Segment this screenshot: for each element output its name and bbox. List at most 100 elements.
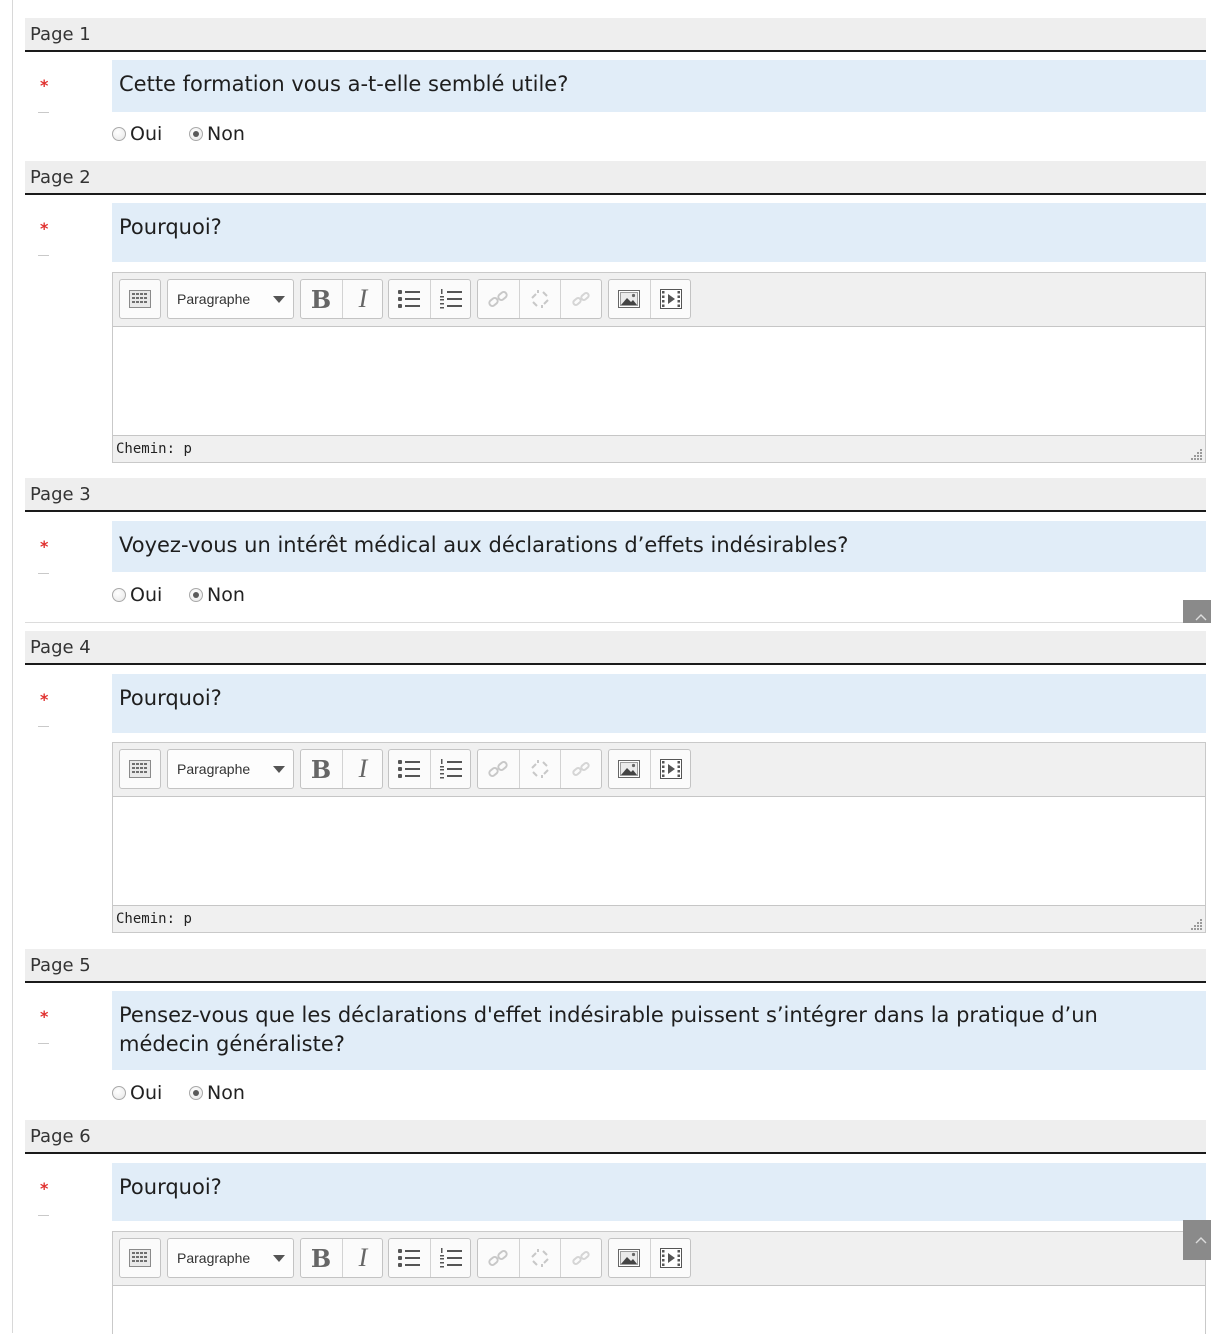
flag-question-icon[interactable] (38, 573, 49, 574)
question-text: Voyez-vous un intérêt médical aux déclar… (112, 521, 1206, 572)
image-icon (618, 290, 640, 308)
radio-button-checked[interactable] (189, 127, 203, 141)
insert-media-button[interactable] (650, 1239, 691, 1277)
scroll-to-top-button[interactable] (1183, 1220, 1211, 1260)
required-icon: * (40, 219, 49, 238)
bold-button[interactable]: B (301, 280, 341, 318)
page-header: Page 4 (25, 631, 1206, 665)
bullet-list-button[interactable] (389, 1239, 429, 1277)
radio-button-checked[interactable] (189, 1086, 203, 1100)
toolbar-group (477, 1238, 602, 1278)
show-more-buttons-button[interactable] (120, 280, 160, 318)
anchor-button[interactable] (560, 1239, 601, 1277)
media-film-icon (660, 289, 682, 309)
italic-button[interactable]: I (342, 280, 383, 318)
flag-question-icon[interactable] (38, 1215, 49, 1216)
toolbar-group (119, 749, 161, 789)
radio-label: Non (207, 123, 245, 145)
toolbar-group (119, 279, 161, 319)
anchor-link-icon (570, 288, 592, 310)
insert-media-button[interactable] (650, 280, 691, 318)
flag-question-icon[interactable] (38, 1043, 49, 1044)
toolbar-group (608, 1238, 691, 1278)
radio-button[interactable] (112, 588, 126, 602)
numbered-list-button[interactable] (430, 1239, 471, 1277)
italic-icon: I (358, 284, 368, 313)
format-label: Paragraphe (177, 291, 251, 307)
resize-grip-icon[interactable] (1189, 916, 1203, 930)
link-icon (487, 288, 509, 310)
flag-question-icon[interactable] (38, 255, 49, 256)
anchor-button[interactable] (560, 280, 601, 318)
page-header: Page 6 (25, 1120, 1206, 1154)
bullet-list-button[interactable] (389, 280, 429, 318)
path-value[interactable]: p (183, 441, 191, 457)
question-text: Pourquoi? (112, 203, 1206, 262)
italic-button[interactable]: I (342, 1239, 383, 1277)
element-path: Chemin: p (116, 906, 192, 932)
numbered-list-button[interactable] (430, 750, 471, 788)
flag-question-icon[interactable] (38, 726, 49, 727)
link-button[interactable] (478, 750, 518, 788)
paragraph-format-select[interactable]: Paragraphe (167, 749, 294, 789)
radio-label: Oui (130, 1082, 163, 1104)
format-label: Paragraphe (177, 1250, 251, 1266)
path-value[interactable]: p (183, 911, 191, 927)
radio-button[interactable] (112, 1086, 126, 1100)
insert-image-button[interactable] (609, 280, 649, 318)
bullet-list-icon (397, 288, 421, 310)
insert-image-button[interactable] (609, 750, 649, 788)
toolbar-group: B I (300, 749, 383, 789)
left-border (12, 0, 13, 1333)
numbered-list-icon (439, 758, 463, 780)
bold-button[interactable]: B (301, 1239, 341, 1277)
toolbar-group (477, 279, 602, 319)
insert-media-button[interactable] (650, 750, 691, 788)
radio-label: Oui (130, 123, 163, 145)
bullet-list-button[interactable] (389, 750, 429, 788)
editor-toolbar: Paragraphe B I (113, 273, 1205, 327)
editor-text-area[interactable] (113, 327, 1205, 435)
unlink-button[interactable] (519, 1239, 560, 1277)
editor-toolbar: Paragraphe B I (113, 743, 1205, 797)
paragraph-format-select[interactable]: Paragraphe (167, 1238, 294, 1278)
show-more-buttons-button[interactable] (120, 1239, 160, 1277)
link-icon (487, 758, 509, 780)
media-film-icon (660, 759, 682, 779)
image-icon (618, 1249, 640, 1267)
editor-text-area[interactable] (113, 1286, 1205, 1334)
bold-button[interactable]: B (301, 750, 341, 788)
numbered-list-icon (439, 288, 463, 310)
numbered-list-button[interactable] (430, 280, 471, 318)
path-label: Chemin: (116, 441, 176, 457)
toolbar-group (388, 749, 471, 789)
link-button[interactable] (478, 1239, 518, 1277)
link-button[interactable] (478, 280, 518, 318)
toolbar-group: B I (300, 279, 383, 319)
show-more-buttons-button[interactable] (120, 750, 160, 788)
unlink-button[interactable] (519, 280, 560, 318)
page-header: Page 2 (25, 161, 1206, 195)
anchor-button[interactable] (560, 750, 601, 788)
image-icon (618, 760, 640, 778)
italic-button[interactable]: I (342, 750, 383, 788)
page-header: Page 1 (25, 18, 1206, 52)
flag-question-icon[interactable] (38, 112, 49, 113)
italic-icon: I (358, 1243, 368, 1272)
resize-grip-icon[interactable] (1189, 446, 1203, 460)
radio-button[interactable] (112, 127, 126, 141)
paragraph-format-select[interactable]: Paragraphe (167, 279, 294, 319)
radio-button-checked[interactable] (189, 588, 203, 602)
bold-icon: B (310, 754, 332, 784)
unlink-button[interactable] (519, 750, 560, 788)
bold-icon: B (310, 284, 332, 314)
toolbar-group (477, 749, 602, 789)
rich-text-editor: Paragraphe B I (112, 742, 1206, 933)
scroll-to-top-button[interactable] (1183, 600, 1211, 623)
bold-icon: B (310, 1243, 332, 1273)
editor-status-bar: Chemin: p (113, 435, 1205, 462)
chevron-down-icon (273, 766, 285, 773)
editor-text-area[interactable] (113, 797, 1205, 905)
insert-image-button[interactable] (609, 1239, 649, 1277)
chevron-down-icon (273, 1255, 285, 1262)
